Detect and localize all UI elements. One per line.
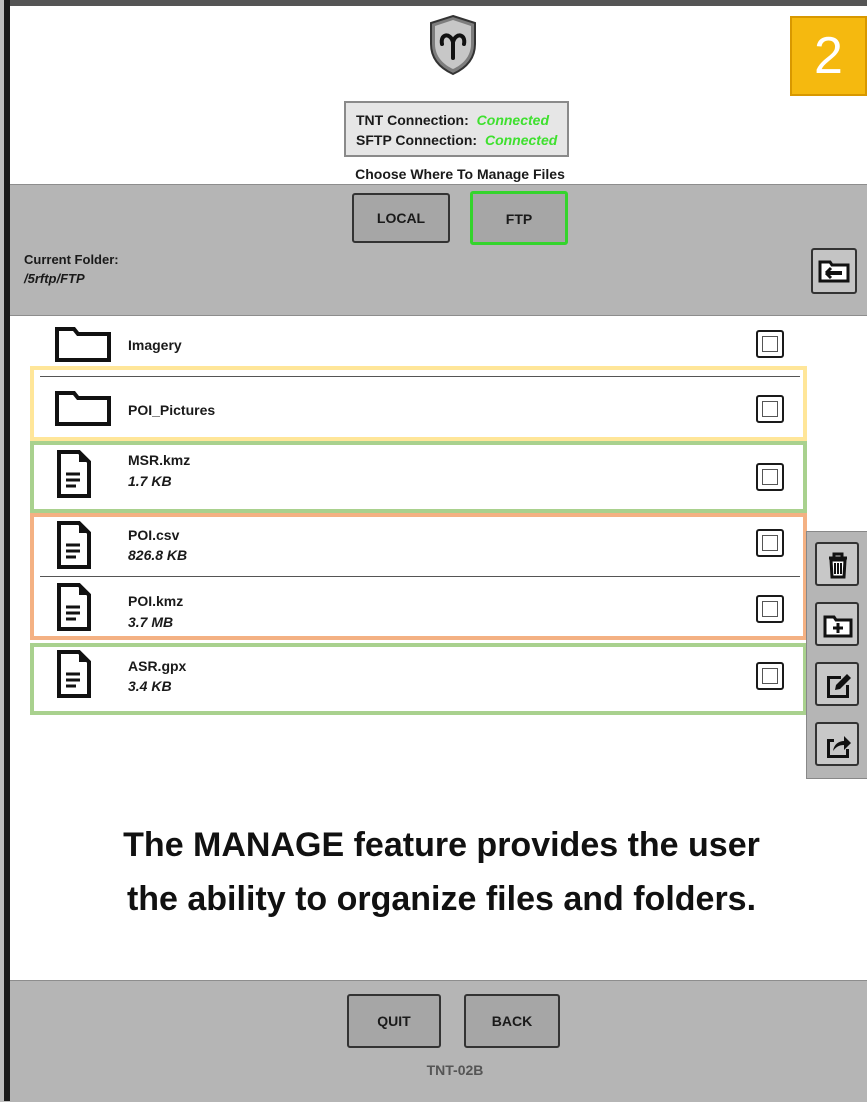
highlight-file-box: [30, 643, 807, 715]
current-folder-label: Current Folder:: [24, 252, 119, 267]
window-top-border: [10, 0, 867, 6]
back-folder-icon: [818, 260, 850, 283]
tnt-connection-label: TNT Connection:: [356, 112, 469, 128]
manage-location-prompt: Choose Where To Manage Files: [355, 166, 565, 182]
tnt-connection-row: TNT Connection: Connected: [356, 110, 567, 130]
sftp-connection-status: Connected: [484, 132, 558, 148]
highlight-files-box: [30, 513, 807, 640]
feature-caption: The MANAGE feature provides the user the…: [10, 818, 867, 926]
connection-status-box: TNT Connection: Connected SFTP Connectio…: [344, 101, 569, 157]
rename-button[interactable]: [815, 662, 859, 706]
file-actions-toolbar: [806, 531, 867, 779]
add-folder-button[interactable]: [815, 602, 859, 646]
parent-folder-button[interactable]: [811, 248, 857, 294]
quit-button[interactable]: QUIT: [347, 994, 441, 1048]
highlight-folder-box: [30, 366, 807, 441]
folder-icon: [55, 327, 111, 362]
highlight-file-box: [30, 441, 807, 513]
caption-line-2: the ability to organize files and folder…: [126, 880, 757, 918]
select-checkbox[interactable]: [756, 330, 784, 358]
ftp-button[interactable]: FTP: [470, 191, 568, 245]
shield-logo-icon: [430, 14, 476, 76]
location-panel: LOCAL FTP Current Folder: /5rftp/FTP: [10, 184, 867, 316]
device-label: TNT-02B: [426, 1062, 484, 1078]
share-icon: [827, 736, 851, 758]
local-button[interactable]: LOCAL: [352, 193, 450, 243]
delete-button[interactable]: [815, 542, 859, 586]
trash-icon: [829, 552, 847, 579]
app-window: 2 TNT Connection: Connected SFTP Connect…: [4, 0, 867, 1102]
file-name: Imagery: [128, 337, 182, 353]
footer-bar: QUIT BACK TNT-02B: [10, 980, 867, 1102]
share-button[interactable]: [815, 722, 859, 766]
edit-icon: [827, 674, 851, 698]
current-folder-path: /5rftp/FTP: [24, 271, 85, 286]
caption-line-1: The MANAGE feature provides the user: [123, 826, 760, 864]
step-badge: 2: [790, 16, 867, 96]
tnt-connection-status: Connected: [476, 112, 549, 128]
sftp-connection-label: SFTP Connection:: [356, 132, 478, 148]
sftp-connection-row: SFTP Connection: Connected: [356, 130, 567, 150]
back-button[interactable]: BACK: [464, 994, 560, 1048]
add-folder-icon: [823, 615, 853, 638]
